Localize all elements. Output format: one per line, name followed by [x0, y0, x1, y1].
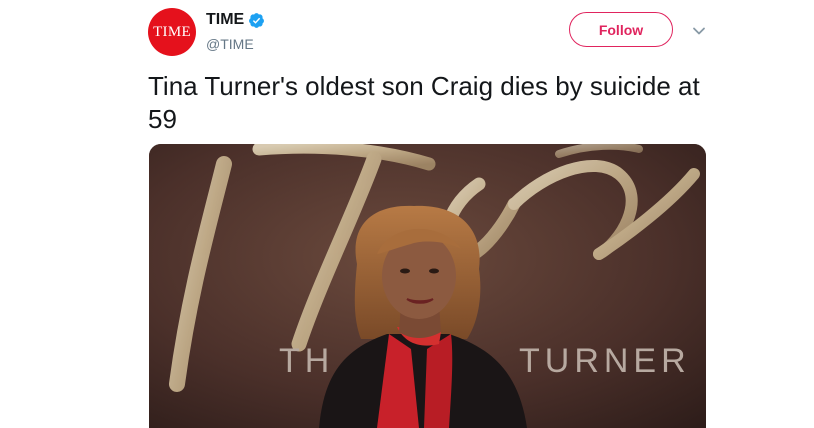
verified-badge-icon [248, 12, 265, 29]
tweet-card: TIME TIME @TIME Follow Tina Turner's old… [0, 0, 814, 428]
chevron-down-icon[interactable] [690, 22, 708, 40]
display-name[interactable]: TIME [206, 11, 244, 29]
avatar[interactable]: TIME [148, 8, 196, 56]
tweet-media-image[interactable]: TH TURNER [149, 144, 706, 428]
backdrop-text-right: TURNER [519, 342, 691, 380]
backdrop-text-left: TH [279, 342, 334, 380]
photo-illustration: TH TURNER [149, 144, 706, 428]
account-handle[interactable]: @TIME [206, 36, 254, 52]
tweet-text: Tina Turner's oldest son Craig dies by s… [148, 71, 700, 134]
follow-button[interactable]: Follow [569, 12, 673, 47]
account-name-row: TIME [206, 11, 265, 29]
avatar-logo-text: TIME [153, 23, 191, 40]
